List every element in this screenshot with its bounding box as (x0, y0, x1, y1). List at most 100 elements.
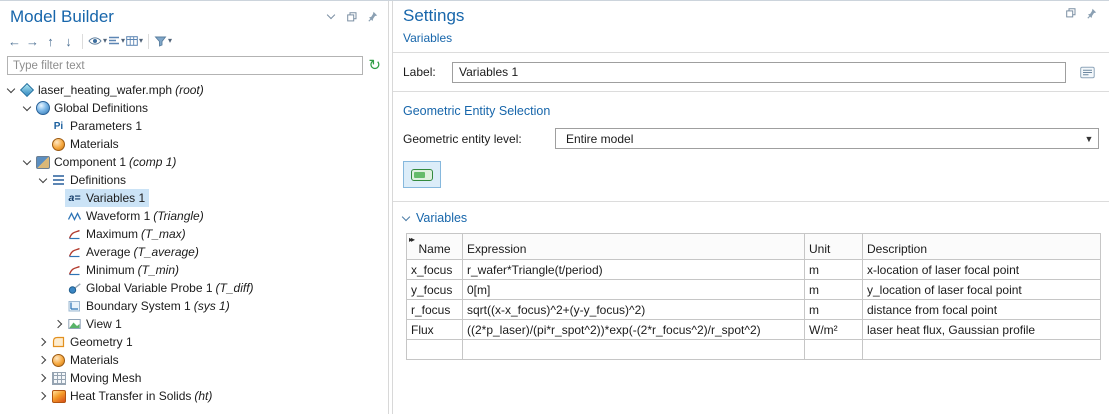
back-icon[interactable]: ← (6, 31, 23, 51)
cell-description[interactable]: laser heat flux, Gaussian profile (863, 320, 1101, 340)
tree-item-moving-mesh[interactable]: Moving Mesh (0, 369, 388, 387)
cell-unit[interactable] (805, 340, 863, 360)
cell-unit[interactable]: m (805, 300, 863, 320)
component-icon (34, 155, 51, 169)
tree-item-parameters-1[interactable]: Parameters 1 (0, 117, 388, 135)
geometry-icon (50, 335, 67, 349)
cell-unit[interactable]: m (805, 280, 863, 300)
cell-expression[interactable] (463, 340, 805, 360)
model-tree-icon[interactable]: ▾ (126, 31, 143, 51)
geometric-entity-level-select[interactable]: Entire model ▼ (555, 128, 1099, 149)
cell-unit[interactable]: m (805, 260, 863, 280)
chevron-right-icon[interactable] (36, 354, 49, 367)
tree-item-average[interactable]: Average(T_average) (0, 243, 388, 261)
expander-slot (52, 192, 65, 205)
geometric-entity-selection-heading: Geometric Entity Selection (393, 92, 1109, 128)
show-name-icon[interactable] (1075, 61, 1099, 83)
chevron-right-icon[interactable] (36, 336, 49, 349)
moving-mesh-icon (50, 371, 67, 385)
heat-transfer-icon (50, 389, 67, 403)
cell-expression[interactable]: ((2*p_laser)/(pi*r_spot^2))*exp(-(2*r_fo… (463, 320, 805, 340)
cell-unit[interactable]: W/m² (805, 320, 863, 340)
tree-item-view-1[interactable]: View 1 (0, 315, 388, 333)
comsol-window: Model Builder ← → ↑ ↓ ▾ (0, 0, 1109, 414)
tree-item-waveform-1[interactable]: Waveform 1(Triangle) (0, 207, 388, 225)
tree-item-global-variable-probe-1[interactable]: Global Variable Probe 1(T_diff) (0, 279, 388, 297)
cell-name[interactable] (407, 340, 463, 360)
expander-slot (52, 228, 65, 241)
forward-icon[interactable]: → (24, 31, 41, 51)
expander-slot (36, 138, 49, 151)
expander-slot (52, 300, 65, 313)
model-builder-toolbar: ← → ↑ ↓ ▾ ▾ ▾ ▾ (0, 29, 388, 53)
parameters-icon (50, 119, 67, 133)
variables-table: Name Expression Unit Description x_focus… (406, 233, 1101, 360)
cell-description[interactable]: distance from focal point (863, 300, 1101, 320)
chevron-right-icon[interactable] (36, 390, 49, 403)
display-options-icon[interactable]: ▾ (154, 31, 172, 51)
filter-input[interactable] (7, 56, 363, 75)
tree-item-geometry-1[interactable]: Geometry 1 (0, 333, 388, 351)
table-row: Flux ((2*p_laser)/(pi*r_spot^2))*exp(-(2… (407, 320, 1101, 340)
active-selection-toggle[interactable] (403, 161, 441, 188)
float-panel-icon[interactable] (1064, 6, 1078, 20)
waveform-icon (66, 209, 83, 223)
chevron-down-icon: ▼ (1080, 134, 1098, 144)
column-header-expression: Expression (463, 234, 805, 260)
materials-icon (50, 137, 67, 151)
cell-expression[interactable]: sqrt((x-x_focus)^2+(y-y_focus)^2) (463, 300, 805, 320)
cell-name[interactable]: Flux (407, 320, 463, 340)
filter-row: ↻ (0, 53, 388, 79)
chevron-down-icon (402, 212, 410, 220)
tree-item-boundary-system-1[interactable]: Boundary System 1(sys 1) (0, 297, 388, 315)
chevron-down-icon[interactable] (36, 174, 49, 187)
expander-slot (52, 246, 65, 259)
cell-description[interactable]: x-location of laser focal point (863, 260, 1101, 280)
move-down-icon[interactable]: ↓ (60, 31, 77, 51)
tree-item-variables-1[interactable]: Variables 1 (0, 189, 388, 207)
model-builder-header: Model Builder (0, 1, 388, 29)
chevron-right-icon[interactable] (36, 372, 49, 385)
pin-icon[interactable] (1085, 6, 1099, 20)
tree-item-root[interactable]: laser_heating_wafer.mph(root) (0, 81, 388, 99)
cell-name[interactable]: y_focus (407, 280, 463, 300)
cell-expression[interactable]: r_wafer*Triangle(t/period) (463, 260, 805, 280)
table-row: y_focus 0[m] m y_location of laser focal… (407, 280, 1101, 300)
show-icon[interactable]: ▾ (88, 31, 107, 51)
label-field-label: Label: (403, 65, 443, 79)
chevron-down-icon[interactable] (4, 84, 17, 97)
variables-icon (66, 191, 83, 205)
variables-section-header[interactable]: Variables (393, 202, 1109, 233)
pin-icon[interactable] (366, 10, 380, 24)
tree-item-materials-component[interactable]: Materials (0, 351, 388, 369)
cell-description[interactable] (863, 340, 1101, 360)
chevron-down-icon[interactable] (20, 156, 33, 169)
geometric-entity-level-row: Geometric entity level: Entire model ▼ (393, 128, 1109, 149)
cell-expression[interactable]: 0[m] (463, 280, 805, 300)
float-panel-icon[interactable] (345, 10, 359, 24)
tree-item-component-1[interactable]: Component 1(comp 1) (0, 153, 388, 171)
cell-name[interactable]: r_focus (407, 300, 463, 320)
chevron-down-icon[interactable] (20, 102, 33, 115)
cell-name[interactable]: x_focus (407, 260, 463, 280)
cell-description[interactable]: y_location of laser focal point (863, 280, 1101, 300)
row-marker-icon (409, 235, 413, 244)
tree-item-definitions[interactable]: Definitions (0, 171, 388, 189)
refresh-icon[interactable]: ↻ (368, 58, 381, 73)
column-header-description: Description (863, 234, 1101, 260)
chevron-right-icon[interactable] (52, 318, 65, 331)
tree-item-materials-global[interactable]: Materials (0, 135, 388, 153)
variables-section-title: Variables (416, 211, 467, 225)
table-row: x_focus r_wafer*Triangle(t/period) m x-l… (407, 260, 1101, 280)
column-header-name: Name (407, 234, 463, 260)
collapse-panel-icon[interactable] (324, 10, 338, 24)
settings-title: Settings (403, 6, 1064, 26)
collapse-all-icon[interactable]: ▾ (108, 31, 125, 51)
maximum-operator-icon (66, 227, 83, 241)
tree-item-heat-transfer-in-solids[interactable]: Heat Transfer in Solids(ht) (0, 387, 388, 405)
tree-item-maximum[interactable]: Maximum(T_max) (0, 225, 388, 243)
tree-item-global-definitions[interactable]: Global Definitions (0, 99, 388, 117)
move-up-icon[interactable]: ↑ (42, 31, 59, 51)
tree-item-minimum[interactable]: Minimum(T_min) (0, 261, 388, 279)
label-input[interactable] (452, 62, 1066, 83)
